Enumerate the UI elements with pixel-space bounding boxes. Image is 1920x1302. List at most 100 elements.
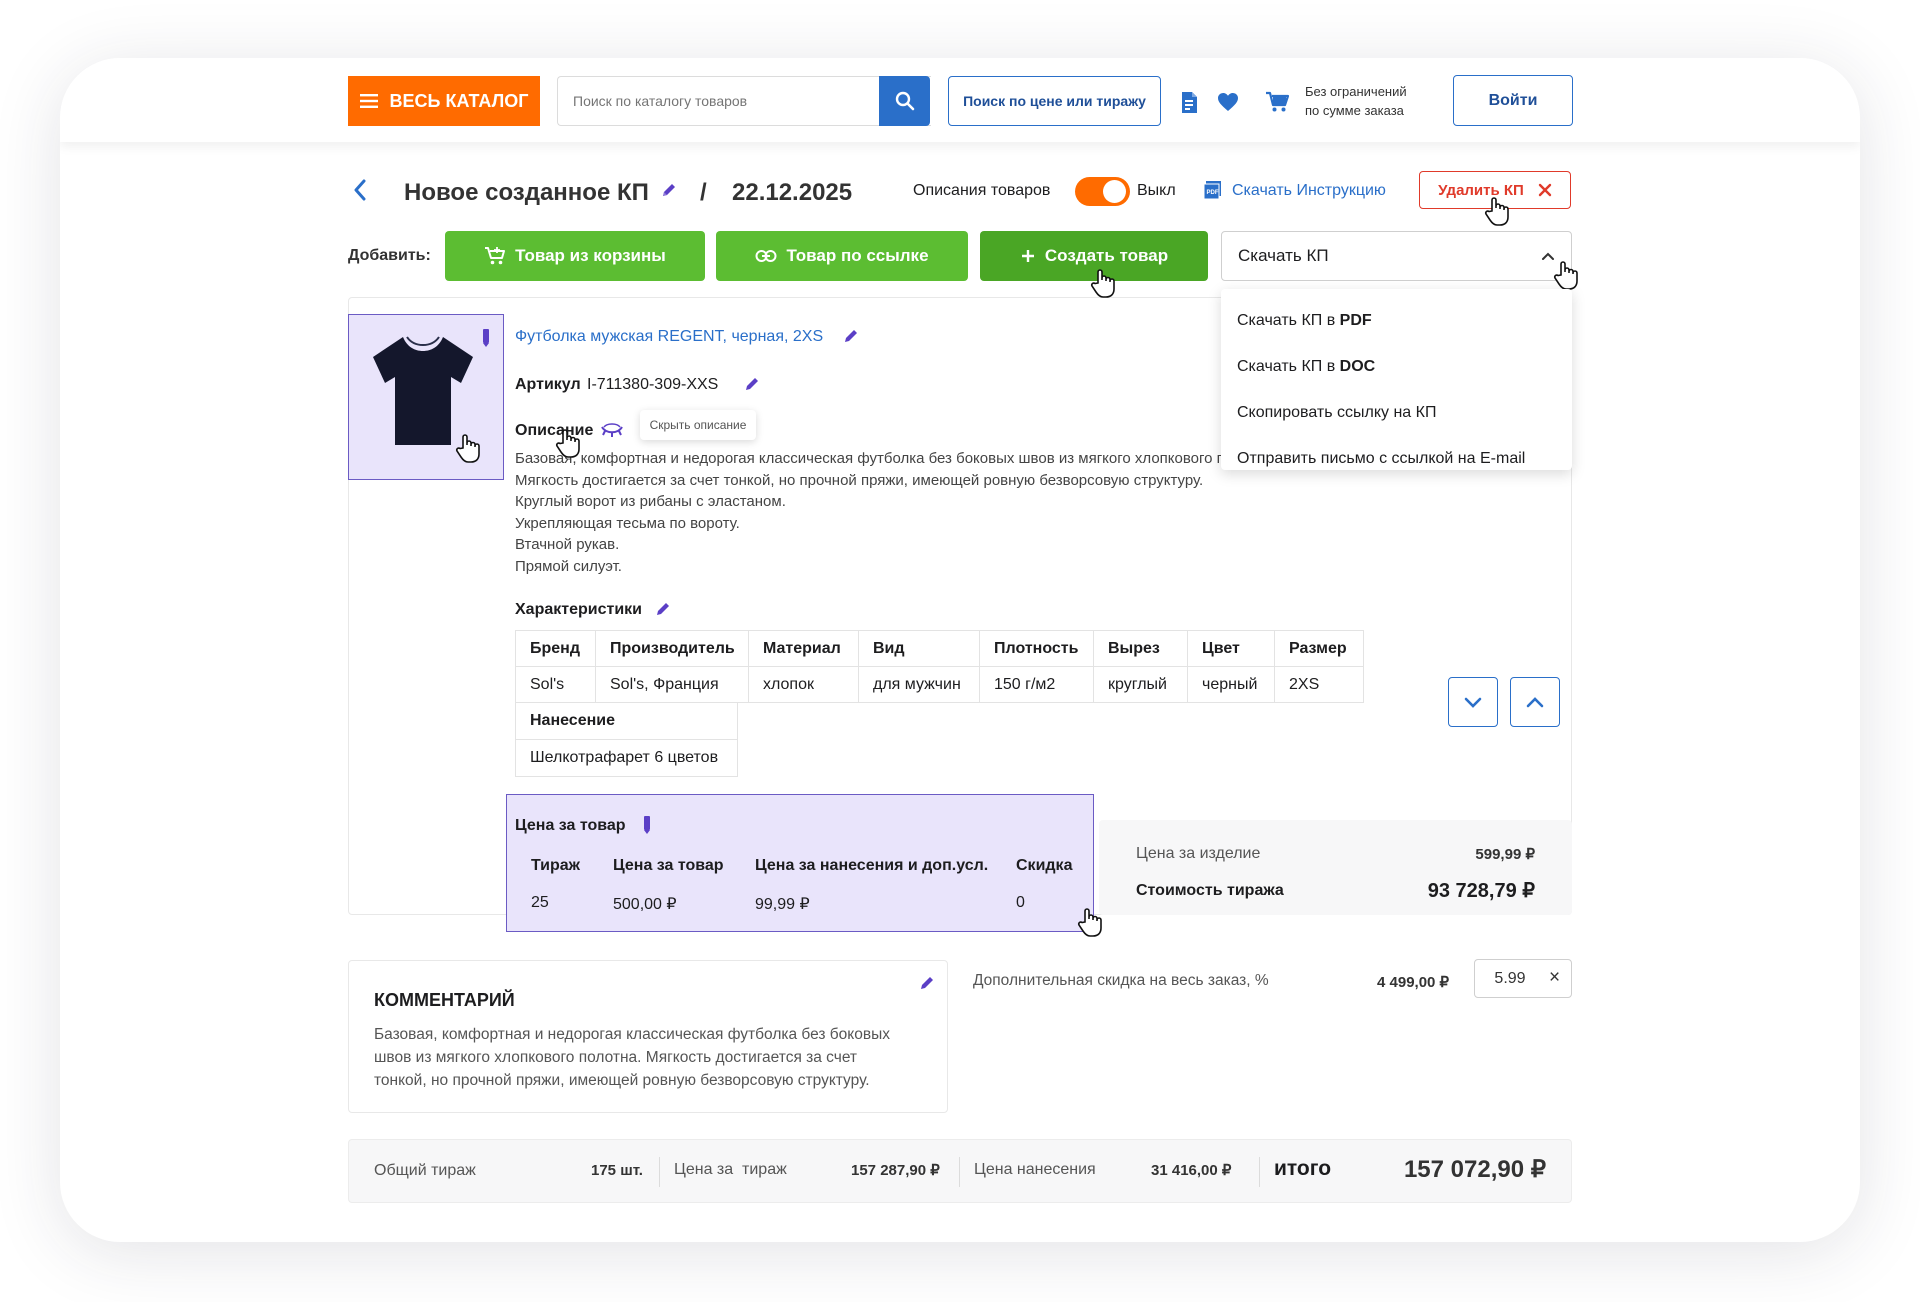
download-kp-select[interactable]: Скачать КП [1221, 231, 1572, 281]
login-button[interactable]: Войти [1453, 75, 1573, 126]
pdf-icon: PDF [1202, 179, 1224, 201]
table-cell: 150 г/м2 [979, 666, 1094, 703]
hide-eye-icon[interactable] [600, 420, 624, 440]
back-button[interactable] [350, 177, 370, 203]
cart-add-icon [484, 246, 506, 266]
cart-icon[interactable] [1264, 90, 1290, 114]
price-header: Скидка [1016, 857, 1073, 874]
total-run-value: 175 шт. [591, 1162, 643, 1179]
price-header: Цена за товар [613, 857, 724, 874]
price-value: 99,99 ₽ [755, 896, 810, 913]
tooltip-text: Скрыть описание [649, 418, 747, 432]
menu-item-text: Скачать КП в [1237, 312, 1340, 329]
document-icon[interactable] [1178, 90, 1200, 114]
download-menu: Скачать КП в PDF Скачать КП в DOC Скопир… [1221, 289, 1572, 470]
item-price-label: Цена за изделие [1136, 845, 1261, 862]
discount-input[interactable] [1475, 960, 1545, 997]
total-run-label: Общий тираж [374, 1162, 476, 1179]
image-edit-icon[interactable] [479, 327, 493, 349]
menu-item-send-email[interactable]: Отправить письмо с ссылкой на E-mail [1237, 450, 1525, 468]
product-name-link[interactable]: Футболка мужская REGENT, черная, 2XS [515, 328, 823, 346]
add-label: Добавить: [348, 247, 431, 264]
menu-item-copy-link[interactable]: Скопировать ссылку на КП [1237, 404, 1436, 422]
svg-text:PDF: PDF [1207, 190, 1219, 196]
price-edit-icon[interactable] [641, 814, 653, 836]
toggle-state-label: Выкл [1137, 182, 1176, 199]
article-label: Артикул [515, 376, 581, 393]
add-by-link-button[interactable]: Товар по ссылке [716, 231, 968, 281]
download-select-label: Скачать КП [1238, 246, 1329, 265]
price-search-button[interactable]: Поиск по цене или тиражу [948, 76, 1161, 126]
descriptions-toggle[interactable] [1075, 177, 1130, 206]
description-line: Круглый ворот из рибаны с эластаном. [515, 493, 786, 510]
menu-item-format: DOC [1339, 358, 1376, 375]
comment-title: КОММЕНТАРИЙ [374, 990, 515, 1010]
characteristics-label: Характеристики [515, 601, 643, 618]
search-bar [557, 76, 931, 126]
by-link-label: Товар по ссылке [786, 246, 929, 265]
hide-description-tooltip: Скрыть описание [640, 410, 756, 440]
discount-input-box[interactable]: × [1474, 959, 1572, 998]
clear-discount-icon[interactable]: × [1549, 967, 1560, 989]
move-down-button[interactable] [1448, 677, 1498, 727]
move-up-button[interactable] [1510, 677, 1560, 727]
limit-line-2: по сумме заказа [1305, 103, 1404, 118]
run-cost-label: Стоимость тиража [1136, 882, 1284, 899]
description-line: Прямой силуэт. [515, 557, 622, 575]
catalog-menu-icon [359, 94, 378, 108]
description-line: Мягкость достигается за счет тонкой, но … [515, 471, 1204, 489]
table-cell: круглый [1093, 666, 1188, 703]
price-header: Цена за нанесения и доп.усл. [755, 857, 989, 874]
app-frame: ВЕСЬ КАТАЛОГ Поиск по цене или тиражу Бе… [60, 58, 1860, 1242]
menu-item-pdf[interactable]: Скачать КП в PDF [1237, 312, 1372, 330]
add-from-cart-button[interactable]: Товар из корзины [445, 231, 705, 281]
menu-item-doc[interactable]: Скачать КП в DOC [1237, 358, 1375, 376]
table-cell: хлопок [748, 666, 859, 703]
close-icon [1538, 183, 1552, 197]
table-cell: 2XS [1274, 666, 1364, 703]
edit-characteristics-icon[interactable] [653, 599, 673, 619]
table-cell: Шелкотрафарет 6 цветов [515, 739, 738, 777]
pointer-cursor-icon [555, 428, 581, 458]
price-value: 25 [531, 894, 549, 911]
catalog-button[interactable]: ВЕСЬ КАТАЛОГ [348, 76, 540, 126]
table-cell: черный [1187, 666, 1275, 703]
description-text: Базовая, комфортная и недорогая классиче… [515, 448, 1277, 577]
price-box-title: Цена за товар [515, 817, 626, 834]
edit-article-icon[interactable] [742, 374, 762, 394]
chevron-up-icon [1526, 696, 1544, 708]
menu-item-format: PDF [1339, 312, 1372, 329]
table-header: Размер [1274, 630, 1364, 667]
pointer-cursor-icon [1553, 260, 1579, 290]
download-instruction-link[interactable]: Скачать Инструкцию [1232, 182, 1386, 200]
application-price-label: Цена нанесения [974, 1161, 1096, 1178]
price-value: 500,00 ₽ [613, 896, 677, 913]
table-header: Плотность [979, 630, 1094, 667]
run-price-value: 157 287,90 ₽ [851, 1162, 940, 1179]
product-image-box[interactable] [348, 314, 504, 480]
create-product-label: Создать товар [1044, 246, 1169, 265]
run-cost-value: 93 728,79 ₽ [1427, 880, 1535, 902]
discount-label: Дополнительная скидка на весь заказ, % [973, 972, 1269, 989]
link-icon [755, 249, 777, 263]
table-header: Нанесение [515, 702, 738, 740]
price-box[interactable]: Цена за товар Тираж Цена за товар Цена з… [506, 794, 1102, 937]
login-label: Войти [1488, 91, 1538, 109]
heart-icon[interactable] [1216, 91, 1240, 113]
tshirt-image [369, 329, 477, 449]
menu-item-text: Скопировать ссылку на КП [1237, 404, 1437, 421]
search-input[interactable] [558, 77, 931, 125]
edit-title-icon[interactable] [659, 179, 679, 201]
pointer-cursor-icon [455, 433, 481, 463]
edit-comment-icon[interactable] [917, 973, 937, 993]
comment-card: КОММЕНТАРИЙ Базовая, комфортная и недоро… [348, 960, 948, 1113]
table-cell: Sol's [515, 666, 596, 703]
table-cell: для мужчин [858, 666, 980, 703]
comment-text: Базовая, комфортная и недорогая классиче… [374, 1023, 890, 1092]
edit-name-icon[interactable] [841, 326, 861, 346]
search-button[interactable] [879, 76, 930, 126]
description-line: Втачной рукав. [515, 536, 620, 553]
table-header: Цвет [1187, 630, 1275, 667]
order-limit-text: Без ограничений по сумме заказа [1305, 82, 1407, 120]
table-cell: Sol's, Франция [595, 666, 749, 703]
